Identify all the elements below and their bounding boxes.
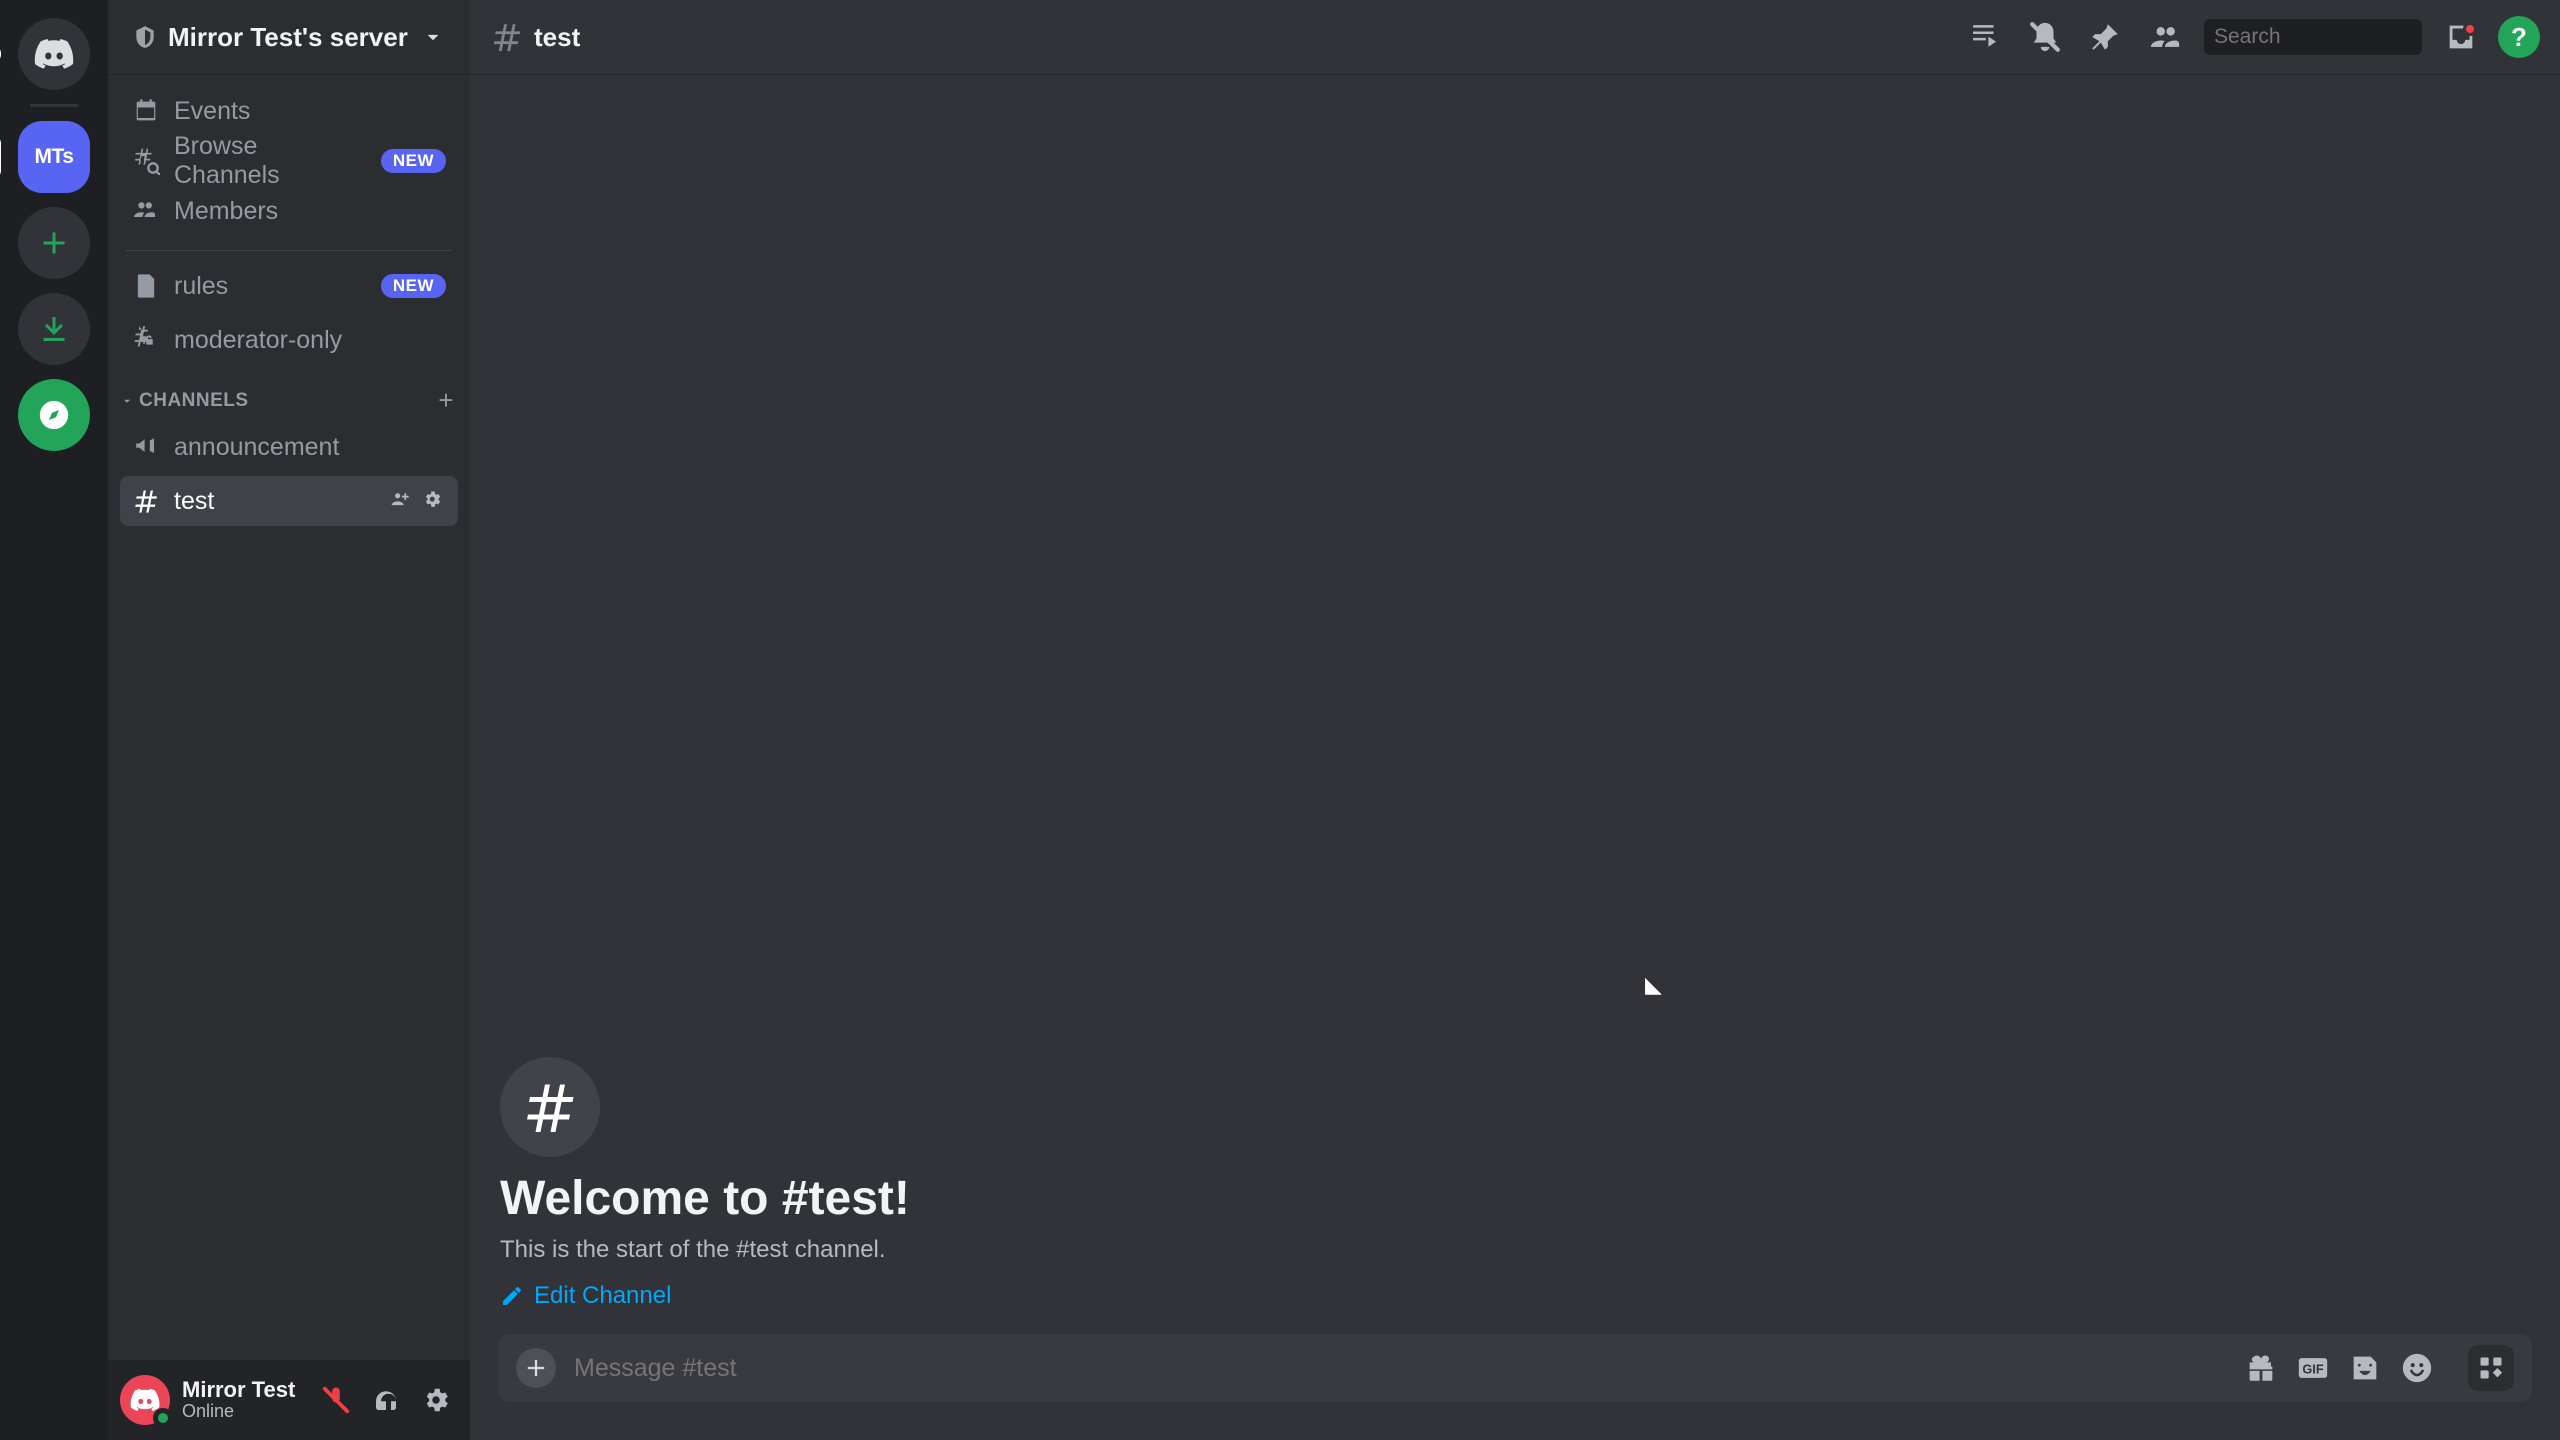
announcement-icon bbox=[132, 433, 160, 461]
discord-logo-icon bbox=[34, 34, 74, 74]
channel-welcome: Welcome to #test! This is the start of t… bbox=[490, 1057, 920, 1310]
chat-header: test ? bbox=[470, 0, 2560, 74]
username: Mirror Test bbox=[182, 1378, 302, 1402]
user-panel: Mirror Test Online bbox=[108, 1360, 470, 1440]
message-input[interactable] bbox=[574, 1354, 2226, 1383]
welcome-subtitle: This is the start of the #test channel. bbox=[500, 1236, 910, 1264]
member-list-button[interactable] bbox=[2144, 16, 2186, 58]
message-area: ◣ Welcome to #test! This is the start of… bbox=[470, 74, 2560, 1334]
server-rail: MTs bbox=[0, 0, 108, 1440]
chevron-down-icon bbox=[420, 24, 446, 50]
boost-icon bbox=[132, 24, 158, 50]
events-label: Events bbox=[174, 97, 250, 126]
new-badge: NEW bbox=[381, 149, 446, 173]
channel-announcement[interactable]: announcement bbox=[120, 422, 458, 472]
new-badge: NEW bbox=[381, 274, 446, 298]
home-button[interactable] bbox=[18, 18, 90, 90]
category-label: CHANNELS bbox=[139, 390, 249, 412]
welcome-title: Welcome to #test! bbox=[500, 1171, 910, 1226]
hash-lock-icon bbox=[132, 326, 160, 354]
deafen-button[interactable] bbox=[364, 1378, 408, 1422]
channel-label: moderator-only bbox=[174, 326, 342, 355]
message-composer: GIF bbox=[498, 1334, 2532, 1402]
plus-icon bbox=[522, 1354, 550, 1382]
channel-label: rules bbox=[174, 272, 228, 301]
calendar-icon bbox=[132, 97, 160, 125]
search-box[interactable] bbox=[2204, 19, 2422, 55]
channel-test[interactable]: test bbox=[120, 476, 458, 526]
plus-icon bbox=[36, 225, 72, 261]
browse-channels-row[interactable]: Browse Channels NEW bbox=[120, 136, 458, 186]
events-row[interactable]: Events bbox=[120, 86, 458, 136]
members-row[interactable]: Members bbox=[120, 186, 458, 236]
channel-label: test bbox=[174, 487, 214, 516]
user-avatar[interactable] bbox=[120, 1375, 170, 1425]
sidebar-separator bbox=[126, 250, 452, 251]
edit-channel-link[interactable]: Edit Channel bbox=[500, 1282, 671, 1310]
rules-icon bbox=[132, 272, 160, 300]
add-server-button[interactable] bbox=[18, 207, 90, 279]
channel-title: test bbox=[534, 22, 580, 53]
svg-text:GIF: GIF bbox=[2302, 1362, 2323, 1377]
user-settings-button[interactable] bbox=[414, 1378, 458, 1422]
members-label: Members bbox=[174, 197, 278, 226]
download-apps-button[interactable] bbox=[18, 293, 90, 365]
pencil-icon bbox=[500, 1284, 524, 1308]
threads-button[interactable] bbox=[1964, 16, 2006, 58]
channel-sidebar: Mirror Test's server Events Browse Chann… bbox=[108, 0, 470, 1440]
hash-icon bbox=[500, 1057, 600, 1157]
pinned-button[interactable] bbox=[2084, 16, 2126, 58]
hash-icon bbox=[490, 20, 524, 54]
chevron-down-icon bbox=[120, 393, 134, 407]
browse-label: Browse Channels bbox=[174, 132, 353, 190]
channel-label: announcement bbox=[174, 433, 339, 462]
browse-icon bbox=[132, 147, 160, 175]
apps-icon bbox=[2477, 1354, 2505, 1382]
mute-button[interactable] bbox=[314, 1378, 358, 1422]
attach-button[interactable] bbox=[516, 1348, 556, 1388]
notification-dot bbox=[2463, 22, 2477, 36]
channel-moderator-only[interactable]: moderator-only bbox=[120, 315, 458, 365]
create-channel-button[interactable]: + bbox=[438, 385, 454, 416]
server-initials: MTs bbox=[35, 145, 74, 169]
emoji-button[interactable] bbox=[2400, 1351, 2434, 1385]
channel-rules[interactable]: rules NEW bbox=[120, 261, 458, 311]
gift-button[interactable] bbox=[2244, 1351, 2278, 1385]
rail-divider bbox=[30, 104, 78, 107]
chat-main: test ? ◣ Welcome to #test! This is the s… bbox=[470, 0, 2560, 1440]
edit-channel-label: Edit Channel bbox=[534, 1282, 671, 1310]
gif-button[interactable]: GIF bbox=[2296, 1351, 2330, 1385]
help-button[interactable]: ? bbox=[2498, 16, 2540, 58]
online-status-dot bbox=[153, 1408, 173, 1428]
server-header[interactable]: Mirror Test's server bbox=[108, 0, 470, 74]
discover-button[interactable] bbox=[18, 379, 90, 451]
compass-icon bbox=[37, 398, 71, 432]
user-status: Online bbox=[182, 1402, 302, 1422]
inbox-button[interactable] bbox=[2440, 16, 2482, 58]
sticker-button[interactable] bbox=[2348, 1351, 2382, 1385]
category-channels[interactable]: CHANNELS + bbox=[108, 367, 470, 420]
server-mirror-test[interactable]: MTs bbox=[18, 121, 90, 193]
invite-icon[interactable] bbox=[390, 489, 414, 513]
download-icon bbox=[36, 311, 72, 347]
gear-icon[interactable] bbox=[422, 489, 446, 513]
notifications-button[interactable] bbox=[2024, 16, 2066, 58]
hash-icon bbox=[132, 487, 160, 515]
server-name: Mirror Test's server bbox=[168, 22, 420, 53]
apps-button[interactable] bbox=[2468, 1345, 2514, 1391]
cursor-icon: ◣ bbox=[1645, 972, 1662, 998]
members-icon bbox=[132, 197, 160, 225]
